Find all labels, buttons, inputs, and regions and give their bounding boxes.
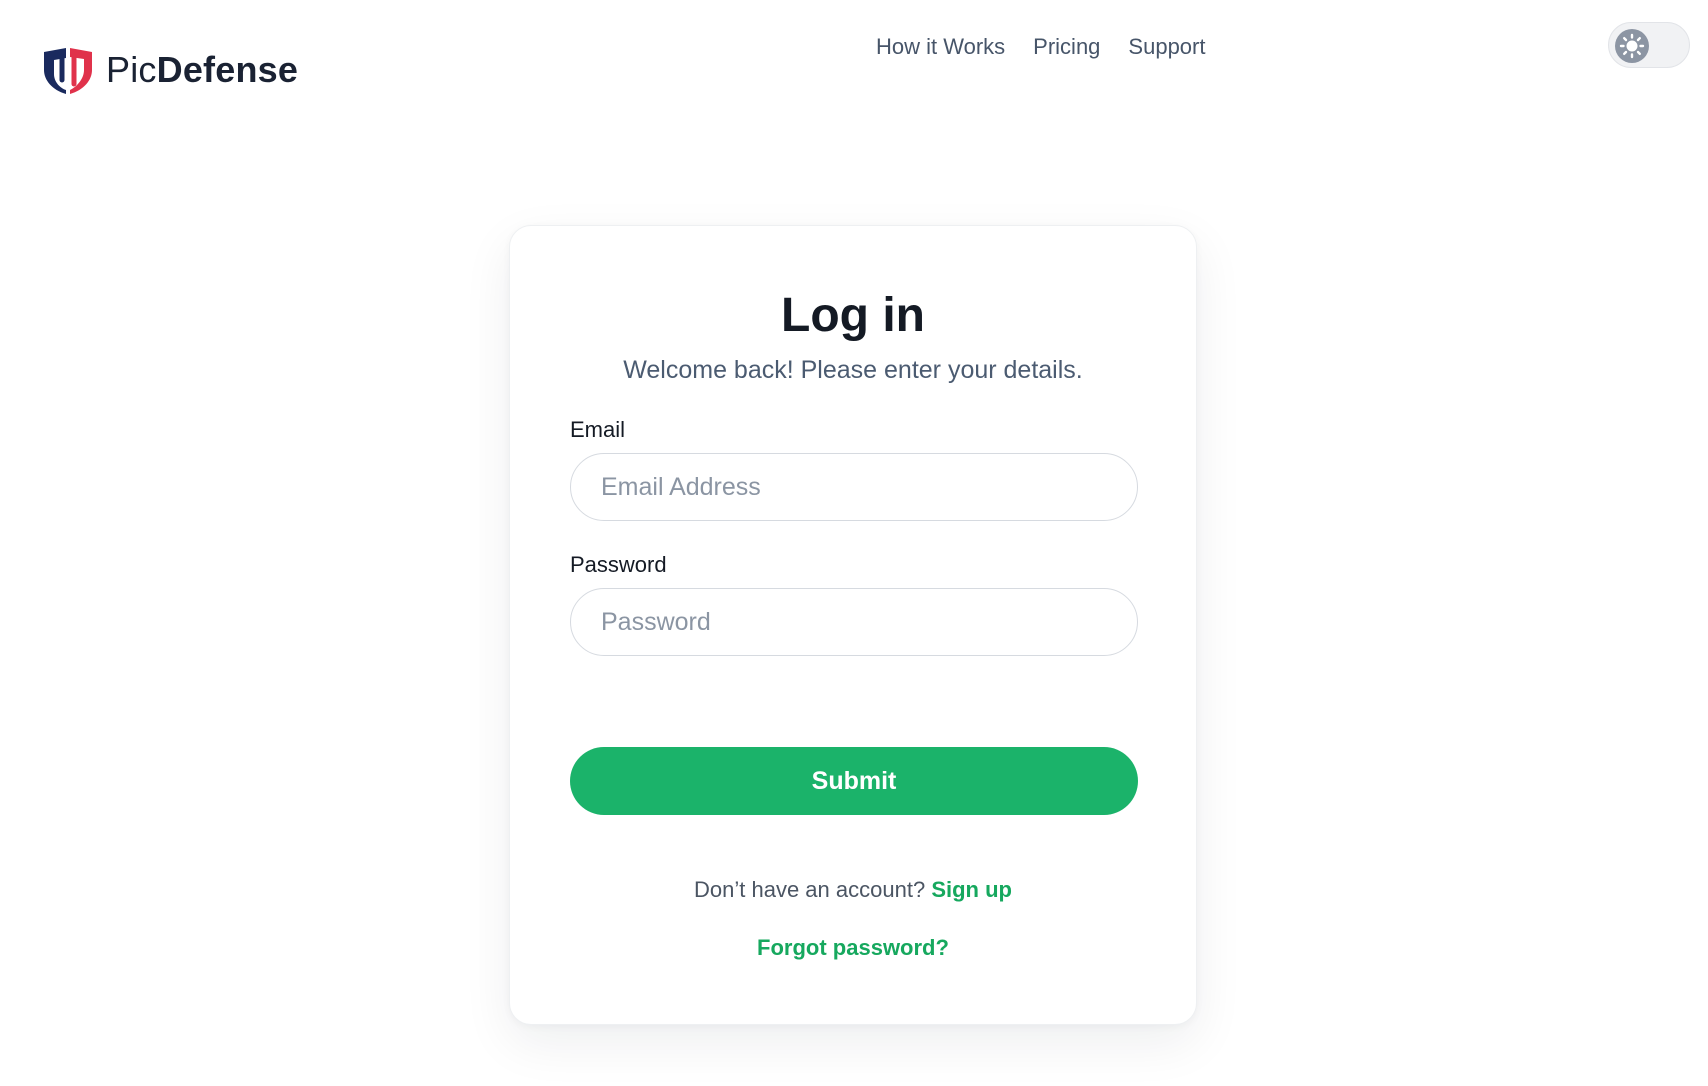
- brand-logo[interactable]: PicDefense: [40, 44, 298, 96]
- login-card: Log in Welcome back! Please enter your d…: [509, 225, 1197, 1025]
- nav-pricing[interactable]: Pricing: [1033, 34, 1100, 60]
- password-label: Password: [570, 552, 667, 577]
- nav-support[interactable]: Support: [1128, 34, 1205, 60]
- nav-how-it-works[interactable]: How it Works: [876, 34, 1005, 60]
- signup-prompt-text: Don’t have an account?: [694, 877, 926, 902]
- email-label: Email: [570, 417, 626, 442]
- forgot-password-row: Forgot password?: [510, 934, 1196, 962]
- email-field[interactable]: [570, 453, 1138, 521]
- password-field[interactable]: [570, 588, 1138, 656]
- shield-logo-icon: [44, 48, 92, 94]
- brand-name-regular: Pic: [106, 49, 157, 90]
- page-subtitle: Welcome back! Please enter your details.: [623, 356, 1083, 384]
- theme-toggle[interactable]: [1608, 22, 1690, 68]
- top-nav: How it Works Pricing Support: [876, 34, 1205, 60]
- login-page: PicDefense How it Works Pricing Support: [0, 0, 1708, 1086]
- submit-button[interactable]: Submit: [570, 747, 1138, 815]
- brand-name: PicDefense: [106, 52, 298, 88]
- sun-icon: [1619, 33, 1645, 59]
- signup-link[interactable]: Sign up: [931, 877, 1012, 902]
- signup-prompt: Don’t have an account? Sign up: [510, 876, 1196, 904]
- page-title: Log in: [781, 289, 925, 342]
- brand-name-bold: Defense: [156, 49, 299, 90]
- forgot-password-link[interactable]: Forgot password?: [757, 935, 949, 960]
- toggle-knob: [1615, 29, 1649, 63]
